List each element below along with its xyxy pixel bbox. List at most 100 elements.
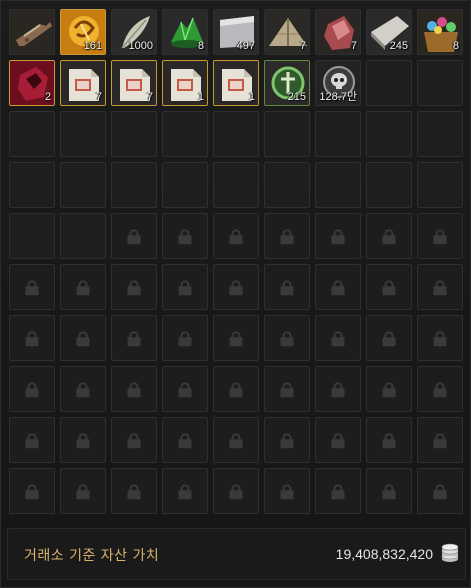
locked-slot[interactable] (315, 264, 361, 310)
locked-slot[interactable] (417, 468, 463, 514)
locked-slot[interactable] (366, 315, 412, 361)
inventory-slot[interactable] (9, 9, 55, 55)
locked-slot[interactable] (264, 315, 310, 361)
locked-slot[interactable] (111, 264, 157, 310)
empty-slot[interactable] (366, 111, 412, 157)
inventory-slot[interactable]: 1 (213, 60, 259, 106)
locked-slot[interactable] (366, 417, 412, 463)
locked-slot[interactable] (111, 315, 157, 361)
inventory-slot[interactable]: 1000 (111, 9, 157, 55)
empty-slot[interactable] (417, 162, 463, 208)
inventory-slot[interactable]: 8 (162, 9, 208, 55)
empty-slot[interactable] (9, 213, 55, 259)
locked-slot[interactable] (417, 315, 463, 361)
locked-slot[interactable] (264, 366, 310, 412)
locked-slot[interactable] (162, 315, 208, 361)
locked-slot[interactable] (417, 417, 463, 463)
locked-slot[interactable] (162, 468, 208, 514)
asset-value-bar: 거래소 기준 자산 가치 19,408,832,420 (7, 528, 466, 580)
locked-slot[interactable] (213, 264, 259, 310)
empty-slot[interactable] (366, 60, 412, 106)
locked-slot[interactable] (315, 213, 361, 259)
locked-slot[interactable] (111, 366, 157, 412)
locked-slot[interactable] (264, 417, 310, 463)
locked-slot[interactable] (213, 315, 259, 361)
empty-slot[interactable] (60, 162, 106, 208)
inventory-slot[interactable]: 128.7만 (315, 60, 361, 106)
lock-icon (25, 484, 39, 500)
empty-slot[interactable] (315, 162, 361, 208)
empty-slot[interactable] (417, 111, 463, 157)
locked-slot[interactable] (315, 468, 361, 514)
empty-slot[interactable] (213, 111, 259, 157)
locked-slot[interactable] (60, 315, 106, 361)
locked-slot[interactable] (60, 264, 106, 310)
locked-slot[interactable] (111, 417, 157, 463)
locked-slot[interactable] (264, 264, 310, 310)
empty-slot[interactable] (162, 111, 208, 157)
empty-slot[interactable] (264, 111, 310, 157)
inventory-slot[interactable]: 161 (60, 9, 106, 55)
empty-slot[interactable] (366, 162, 412, 208)
locked-slot[interactable] (366, 366, 412, 412)
locked-slot[interactable] (162, 417, 208, 463)
locked-slot[interactable] (9, 417, 55, 463)
inventory-slot[interactable]: 7 (315, 9, 361, 55)
inventory-slot[interactable]: 7 (111, 60, 157, 106)
inventory-slot[interactable]: 7 (264, 9, 310, 55)
empty-slot[interactable] (60, 111, 106, 157)
inventory-slot[interactable]: 497 (213, 9, 259, 55)
empty-slot[interactable] (417, 60, 463, 106)
locked-slot[interactable] (60, 468, 106, 514)
locked-slot[interactable] (213, 468, 259, 514)
lock-icon (280, 382, 294, 398)
lock-icon (280, 280, 294, 296)
asset-value-amount: 19,408,832,420 (335, 546, 433, 562)
locked-slot[interactable] (315, 366, 361, 412)
item-count: 7 (146, 91, 153, 103)
locked-slot[interactable] (213, 213, 259, 259)
empty-slot[interactable] (60, 213, 106, 259)
locked-slot[interactable] (162, 264, 208, 310)
locked-slot[interactable] (417, 213, 463, 259)
locked-slot[interactable] (366, 264, 412, 310)
locked-slot[interactable] (213, 366, 259, 412)
empty-slot[interactable] (111, 162, 157, 208)
locked-slot[interactable] (366, 213, 412, 259)
locked-slot[interactable] (9, 315, 55, 361)
locked-slot[interactable] (264, 213, 310, 259)
empty-slot[interactable] (9, 162, 55, 208)
inventory-slot[interactable]: 245 (366, 9, 412, 55)
locked-slot[interactable] (60, 366, 106, 412)
inventory-slot[interactable]: 2 (9, 60, 55, 106)
lock-icon (127, 433, 141, 449)
locked-slot[interactable] (111, 213, 157, 259)
locked-slot[interactable] (417, 264, 463, 310)
locked-slot[interactable] (366, 468, 412, 514)
empty-slot[interactable] (111, 111, 157, 157)
inventory-slot[interactable]: 215 (264, 60, 310, 106)
locked-slot[interactable] (9, 264, 55, 310)
locked-slot[interactable] (60, 417, 106, 463)
lock-icon (280, 433, 294, 449)
locked-slot[interactable] (264, 468, 310, 514)
locked-slot[interactable] (213, 417, 259, 463)
inventory-slot[interactable]: 7 (60, 60, 106, 106)
locked-slot[interactable] (9, 468, 55, 514)
locked-slot[interactable] (162, 213, 208, 259)
inventory-slot[interactable]: 1 (162, 60, 208, 106)
locked-slot[interactable] (315, 315, 361, 361)
locked-slot[interactable] (315, 417, 361, 463)
inventory-slot[interactable]: 8 (417, 9, 463, 55)
locked-slot[interactable] (9, 366, 55, 412)
empty-slot[interactable] (213, 162, 259, 208)
empty-slot[interactable] (264, 162, 310, 208)
locked-slot[interactable] (162, 366, 208, 412)
empty-slot[interactable] (315, 111, 361, 157)
lock-icon (178, 433, 192, 449)
empty-slot[interactable] (9, 111, 55, 157)
locked-slot[interactable] (111, 468, 157, 514)
locked-slot[interactable] (417, 366, 463, 412)
empty-slot[interactable] (162, 162, 208, 208)
lock-icon (382, 484, 396, 500)
